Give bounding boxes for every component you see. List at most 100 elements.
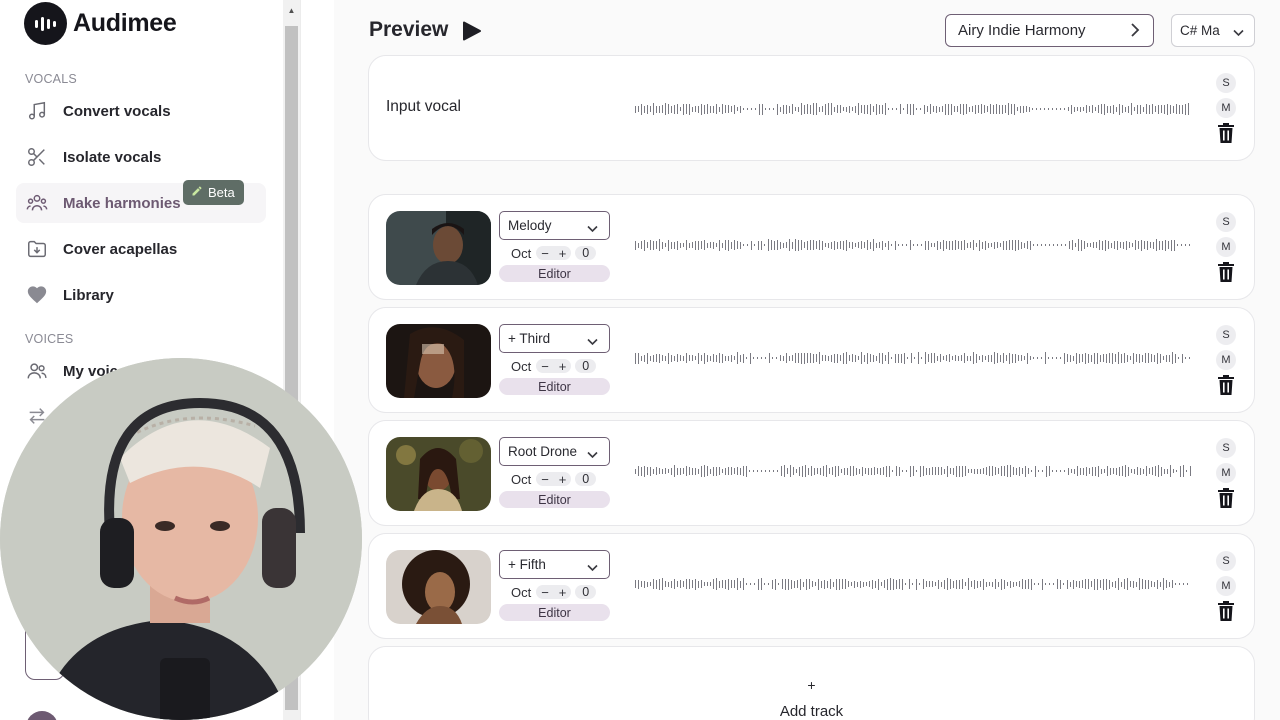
users-icon (25, 359, 49, 383)
waveform[interactable] (635, 102, 1191, 116)
chevron-right-icon (1130, 23, 1140, 41)
octave-plus-button[interactable]: + (559, 585, 567, 600)
voice-select[interactable]: Root Drone (499, 437, 610, 466)
chevron-down-icon (587, 221, 598, 236)
octave-control: Oct − + 0 (499, 358, 610, 374)
voice-thumbnail[interactable] (386, 211, 491, 285)
beta-label: Beta (208, 185, 235, 200)
harmony-track: Root Drone Oct − + 0 Editor S M (368, 420, 1255, 526)
app-name: Audimee (73, 9, 177, 37)
preset-label: Airy Indie Harmony (958, 22, 1086, 39)
solo-button[interactable]: S (1216, 551, 1236, 571)
harmony-track: Melody Oct − + 0 Editor S M (368, 194, 1255, 300)
scissors-icon (25, 145, 49, 169)
section-label-voices: VOICES (25, 332, 74, 346)
harmony-track: + Fifth Oct − + 0 Editor S M (368, 533, 1255, 639)
sidebar-item-cover-acapellas[interactable]: Cover acapellas (16, 229, 266, 269)
sidebar-item-label: Make harmonies (63, 194, 181, 212)
waveform[interactable] (635, 351, 1191, 365)
octave-label: Oct (511, 358, 532, 374)
voice-select[interactable]: + Third (499, 324, 610, 353)
sidebar-item-isolate-vocals[interactable]: Isolate vocals (16, 137, 266, 177)
chevron-down-icon (587, 560, 598, 575)
octave-stepper: − + (536, 585, 572, 600)
solo-button[interactable]: S (1216, 73, 1236, 93)
octave-minus-button[interactable]: − (541, 246, 549, 261)
editor-button[interactable]: Editor (499, 378, 610, 395)
solo-button[interactable]: S (1216, 212, 1236, 232)
octave-stepper: − + (536, 246, 572, 261)
mute-button[interactable]: M (1216, 463, 1236, 483)
scroll-up-arrow-icon[interactable]: ▲ (283, 0, 300, 20)
pencil-icon (191, 185, 203, 200)
voice-select[interactable]: + Fifth (499, 550, 610, 579)
trash-icon[interactable] (1217, 262, 1235, 282)
octave-plus-button[interactable]: + (559, 359, 567, 374)
octave-minus-button[interactable]: − (541, 585, 549, 600)
mute-button[interactable]: M (1216, 576, 1236, 596)
octave-value: 0 (575, 585, 597, 599)
octave-stepper: − + (536, 472, 572, 487)
waveform[interactable] (635, 464, 1191, 478)
group-icon (25, 191, 49, 215)
add-track-button[interactable]: + Add track (368, 646, 1255, 720)
mute-button[interactable]: M (1216, 350, 1236, 370)
sidebar-item-label: Cover acapellas (63, 240, 178, 258)
music-note-icon (25, 99, 49, 123)
play-icon[interactable] (461, 21, 483, 41)
track-controls: S M (1216, 325, 1236, 395)
sidebar-item-label: Library (63, 286, 114, 304)
trash-icon[interactable] (1217, 375, 1235, 395)
octave-minus-button[interactable]: − (541, 359, 549, 374)
voice-label: Root Drone (508, 444, 578, 459)
voice-thumbnail[interactable] (386, 324, 491, 398)
sidebar-item-label: Isolate vocals (63, 148, 162, 166)
octave-stepper: − + (536, 359, 572, 374)
editor-button[interactable]: Editor (499, 265, 610, 282)
page-title: Preview (369, 18, 449, 41)
chevron-down-icon (587, 334, 598, 349)
octave-value: 0 (575, 359, 597, 373)
track-controls: S M (1216, 73, 1236, 143)
voice-thumbnail[interactable] (386, 437, 491, 511)
add-track-label: Add track (779, 703, 844, 720)
track-label: Input vocal (386, 98, 461, 115)
harmony-track: + Third Oct − + 0 Editor S M (368, 307, 1255, 413)
trash-icon[interactable] (1217, 601, 1235, 621)
octave-plus-button[interactable]: + (559, 246, 567, 261)
voice-label: Melody (508, 218, 552, 233)
octave-label: Oct (511, 245, 532, 261)
avatar[interactable] (26, 711, 58, 720)
octave-value: 0 (575, 472, 597, 486)
octave-plus-button[interactable]: + (559, 472, 567, 487)
editor-button[interactable]: Editor (499, 491, 610, 508)
octave-control: Oct − + 0 (499, 245, 610, 261)
mute-button[interactable]: M (1216, 237, 1236, 257)
sidebar-item-library[interactable]: Library (16, 275, 266, 315)
octave-label: Oct (511, 471, 532, 487)
sidebar-item-convert-vocals[interactable]: Convert vocals (16, 91, 266, 131)
mute-button[interactable]: M (1216, 98, 1236, 118)
octave-label: Oct (511, 584, 532, 600)
octave-minus-button[interactable]: − (541, 472, 549, 487)
track-controls: S M (1216, 212, 1236, 282)
key-select[interactable]: C# Ma (1171, 14, 1255, 47)
voice-select[interactable]: Melody (499, 211, 610, 240)
beta-badge: Beta (183, 180, 244, 205)
voice-label: + Third (508, 331, 551, 346)
webcam-overlay (0, 358, 362, 720)
input-vocal-track: Input vocal S M (368, 55, 1255, 161)
preset-selector[interactable]: Airy Indie Harmony (945, 14, 1154, 47)
octave-control: Oct − + 0 (499, 471, 610, 487)
solo-button[interactable]: S (1216, 438, 1236, 458)
solo-button[interactable]: S (1216, 325, 1236, 345)
trash-icon[interactable] (1217, 123, 1235, 143)
app-logo[interactable]: Audimee (24, 2, 177, 45)
trash-icon[interactable] (1217, 488, 1235, 508)
waveform[interactable] (635, 238, 1191, 252)
waveform[interactable] (635, 577, 1191, 591)
plus-icon: + (807, 677, 816, 693)
editor-button[interactable]: Editor (499, 604, 610, 621)
chevron-down-icon (1233, 25, 1244, 40)
voice-thumbnail[interactable] (386, 550, 491, 624)
